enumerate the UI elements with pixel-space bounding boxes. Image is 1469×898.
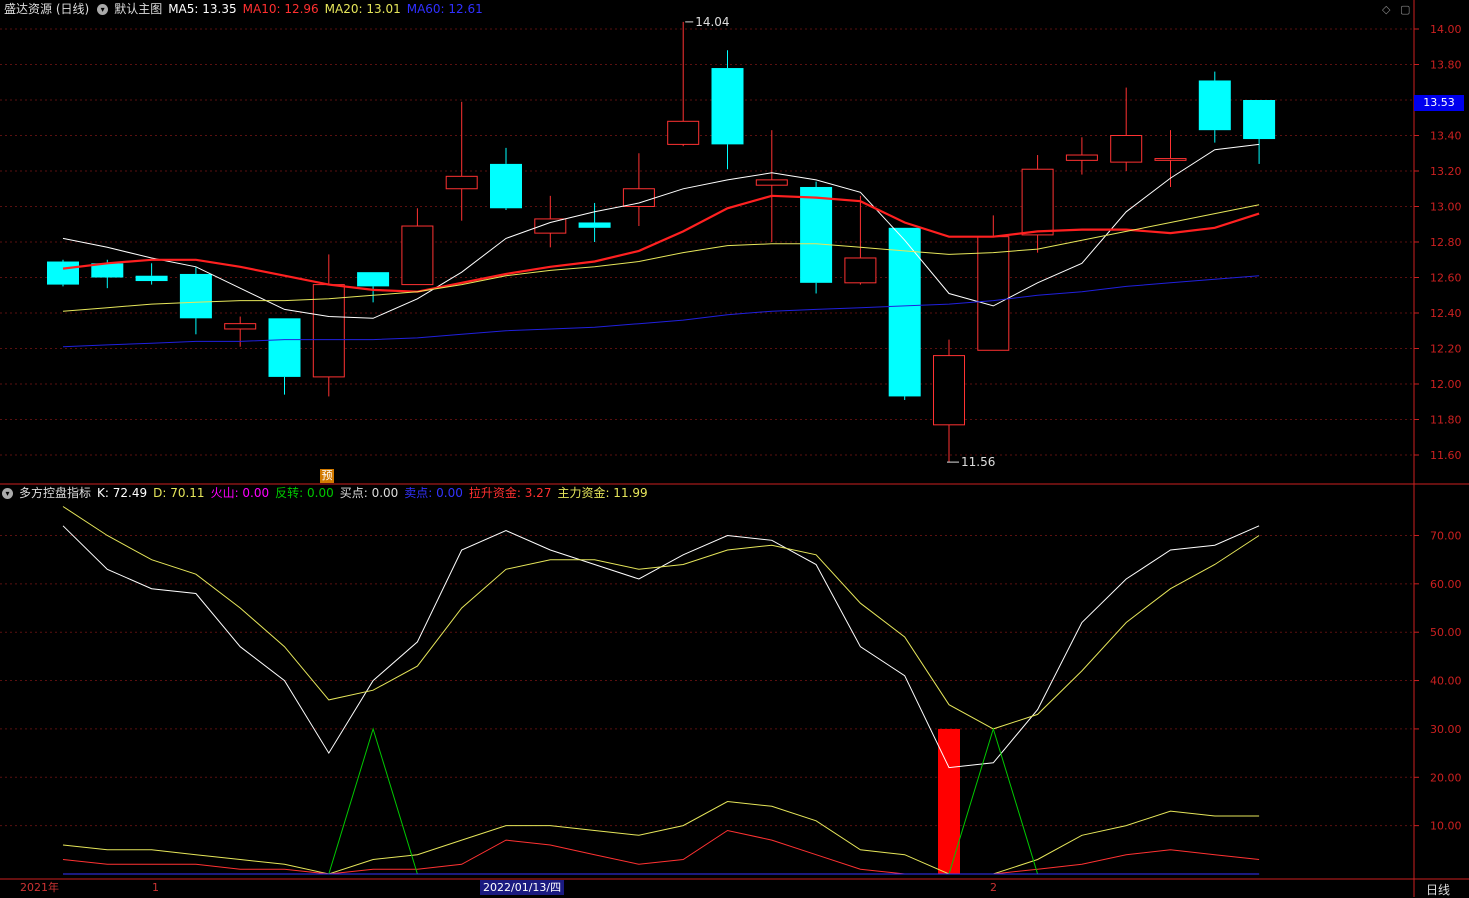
candle-body-down	[179, 273, 212, 319]
candle-body-up	[1065, 154, 1098, 161]
candle-body-down	[357, 272, 390, 287]
lasheng-value: 拉升资金: 3.27	[468, 486, 552, 500]
y-tick-label: 12.60	[1430, 272, 1462, 285]
y-tick-label: 14.00	[1430, 23, 1462, 36]
cursor-date-label: 2022/01/13/四	[480, 880, 565, 895]
x-label-year: 2021年	[20, 881, 59, 894]
ma-line-ma20	[62, 204, 1260, 312]
y-tick-label: 12.00	[1430, 378, 1462, 391]
candle-body-up	[1110, 135, 1143, 163]
candle-body-down	[711, 68, 744, 145]
indicator-line	[62, 800, 1260, 875]
candle-body-up	[224, 323, 257, 330]
high-price-label: 14.04	[695, 15, 729, 29]
ma60-value: MA60: 12.61	[406, 2, 483, 16]
sub-grid: 70.00 60.00 50.00 40.00 30.00 20.00 10.00	[0, 529, 1462, 833]
stock-name[interactable]: 盛达资源 (日线)	[4, 0, 89, 18]
ma-line-ma60	[62, 275, 1260, 348]
diamond-icon[interactable]: ◇	[1382, 3, 1390, 16]
huoshan-value: 火山: 0.00	[210, 486, 270, 500]
indicator-line	[63, 727, 1260, 875]
x-label-month-1: 1	[152, 881, 159, 894]
ma-lines	[62, 143, 1260, 348]
timeframe-label[interactable]: 日线	[1426, 881, 1450, 898]
template-name[interactable]: 默认主图	[114, 0, 162, 18]
low-price-label: 11.56	[961, 455, 995, 469]
y-tick-label: 40.00	[1430, 675, 1462, 688]
candle-body-up	[622, 188, 655, 207]
y-tick-label: 12.20	[1430, 343, 1462, 356]
y-tick-label: 70.00	[1430, 529, 1462, 542]
y-tick-label: 11.60	[1430, 449, 1462, 462]
y-tick-label: 60.00	[1430, 578, 1462, 591]
maidian-value: 买点: 0.00	[339, 486, 399, 500]
candle-body-up	[933, 355, 965, 426]
indicator-dropdown-icon[interactable]: ▾	[2, 487, 13, 499]
candle-body-down	[268, 318, 301, 377]
y-tick-label: 50.00	[1430, 626, 1462, 639]
fanzhuan-value: 反转: 0.00	[275, 486, 334, 500]
candle-body-down	[800, 186, 833, 283]
candle-body-down	[1198, 80, 1231, 131]
candle-body-down	[47, 261, 79, 285]
maichu-value: 卖点: 0.00	[404, 486, 463, 500]
candle-body-up	[1021, 168, 1054, 236]
y-tick-label: 20.00	[1430, 771, 1462, 784]
zhuli-value: 主力资金: 11.99	[557, 486, 648, 500]
ma5-value: MA5: 13.35	[168, 2, 237, 16]
y-tick-label: 13.80	[1430, 59, 1462, 72]
main-chart-header: 盛达资源 (日线) ▾ 默认主图 MA5: 13.35 MA10: 12.96 …	[0, 0, 489, 18]
candle-body-down	[490, 163, 522, 209]
y-tick-label: 13.00	[1430, 201, 1462, 214]
candle-body-up	[844, 257, 877, 284]
candle-body-down	[135, 275, 168, 282]
candle-body-down	[1243, 100, 1276, 140]
y-tick-label: 13.40	[1430, 130, 1462, 143]
candle-body-up	[667, 120, 700, 145]
template-dropdown-icon[interactable]: ▾	[97, 3, 109, 15]
indicator-line	[62, 506, 1260, 730]
candle-body-up	[401, 225, 434, 286]
ma10-value: MA10: 12.96	[242, 2, 319, 16]
candle-body-up	[445, 175, 478, 190]
indicator-lines	[62, 506, 1260, 875]
candle-body-up	[1154, 158, 1187, 161]
current-price-tag: 13.53	[1414, 95, 1464, 111]
y-tick-label: 10.00	[1430, 820, 1462, 833]
window-icon[interactable]: ▢	[1400, 3, 1410, 16]
indicator-name[interactable]: 多方控盘指标	[19, 484, 91, 502]
k-value: K: 72.49	[97, 486, 148, 500]
y-tick-label: 12.40	[1430, 307, 1462, 320]
d-value: D: 70.11	[153, 486, 205, 500]
forecast-badge[interactable]: 预	[320, 469, 334, 483]
indicator-header: ▾ 多方控盘指标 K: 72.49 D: 70.11 火山: 0.00 反转: …	[0, 484, 654, 502]
x-label-month-2: 2	[990, 881, 997, 894]
chart-canvas[interactable]: 14.0013.8013.6013.4013.2013.0012.8012.60…	[0, 0, 1469, 897]
indicator-line	[62, 525, 1260, 769]
y-tick-label: 13.20	[1430, 165, 1462, 178]
y-tick-label: 11.80	[1430, 414, 1462, 427]
candle-body-up	[977, 236, 1010, 351]
candle-body-up	[755, 179, 788, 186]
ma20-value: MA20: 13.01	[324, 2, 401, 16]
candle-body-down	[578, 222, 611, 228]
y-tick-label: 30.00	[1430, 723, 1462, 736]
y-tick-label: 12.80	[1430, 236, 1462, 249]
